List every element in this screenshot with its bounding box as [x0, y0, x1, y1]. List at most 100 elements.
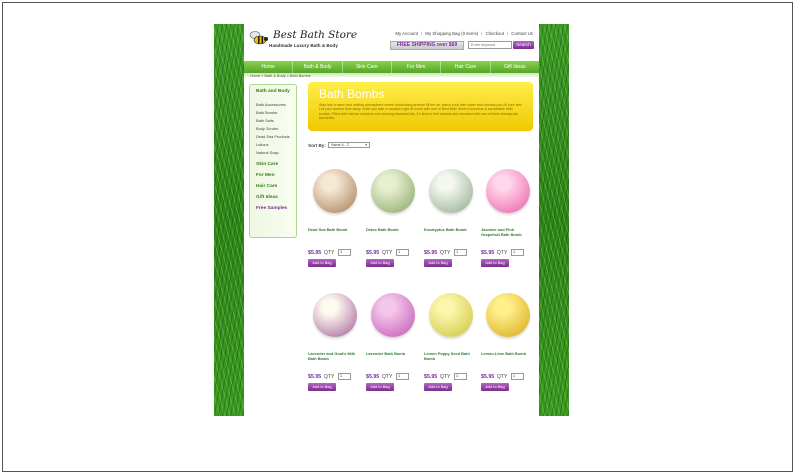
nav-gift-ideas[interactable]: Gift Ideas — [491, 61, 539, 73]
search-button[interactable]: Search — [513, 41, 534, 49]
sidebar-item-dead-sea-products[interactable]: Dead Sea Products — [256, 134, 290, 139]
store-page: Best Bath Store Handmade Luxury Bath & B… — [244, 24, 539, 416]
grass-border-right — [539, 24, 569, 416]
qty-input[interactable]: 1 — [338, 373, 351, 380]
product-card: Lavender and Goat's Milk Bath Bomb $5.95 Q… — [308, 293, 360, 391]
qty-input[interactable]: 1 — [511, 373, 524, 380]
product-price: $5.95 — [308, 374, 322, 380]
sidebar-item-natural-soap[interactable]: Natural Soap — [256, 150, 279, 155]
sidebar-item-free-samples[interactable]: Free Samples — [256, 206, 287, 211]
sort-select[interactable]: Name A - Z ▾ — [328, 142, 370, 148]
product-name[interactable]: Jasmine and Pink Grapefruit Bath Bomb — [481, 227, 533, 238]
product-name[interactable]: Eucalyptus Bath Bomb — [424, 227, 476, 233]
qty-label: QTY — [440, 374, 451, 380]
add-to-bag-button[interactable]: Add to Bag — [308, 383, 336, 391]
product-price: $5.95 — [481, 374, 495, 380]
product-image[interactable] — [486, 169, 530, 213]
product-image[interactable] — [371, 293, 415, 337]
free-shipping-banner[interactable]: FREE SHIPPING over $69 — [390, 41, 464, 50]
sidebar-heading-bath-and-body[interactable]: Bath and Body — [256, 89, 290, 94]
bee-icon — [249, 31, 268, 45]
product-price: $5.95 — [308, 250, 322, 256]
add-to-bag-button[interactable]: Add to Bag — [366, 259, 394, 267]
product-card: Detox Bath Bomb $5.95 QTY 1 Add to Bag — [366, 169, 418, 267]
qty-label: QTY — [497, 250, 508, 256]
category-description: Step into a warm and inviting atmosphere… — [319, 103, 523, 121]
sidebar-item-bath-salts[interactable]: Bath Salts — [256, 118, 274, 123]
product-price: $5.95 — [424, 374, 438, 380]
sort-select-value: Name A - Z — [331, 143, 349, 147]
nav-skin-care[interactable]: Skin Care — [343, 61, 392, 73]
product-price: $5.95 — [366, 374, 380, 380]
sidebar-item-bath-bombs[interactable]: Bath Bombs — [256, 110, 277, 115]
product-image[interactable] — [429, 293, 473, 337]
sidebar-item-lotions[interactable]: Lotions — [256, 142, 269, 147]
product-image[interactable] — [429, 169, 473, 213]
sidebar-item-bath-accessories[interactable]: Bath Accessories — [256, 102, 286, 107]
qty-input[interactable]: 1 — [511, 249, 524, 256]
checkout-link[interactable]: Checkout — [485, 31, 504, 36]
grass-border-left — [214, 24, 244, 416]
sidebar-item-for-men[interactable]: For Men — [256, 173, 275, 178]
product-name[interactable]: Lavender Bath Bomb — [366, 351, 418, 357]
qty-input[interactable]: 1 — [396, 373, 409, 380]
product-card: Eucalyptus Bath Bomb $5.95 QTY 1 Add to Bag — [424, 169, 476, 267]
nav-hair-care[interactable]: Hair Care — [441, 61, 491, 73]
store-tagline: Handmade Luxury Bath & Body — [269, 43, 338, 48]
product-image[interactable] — [371, 169, 415, 213]
nav-home[interactable]: Home — [244, 61, 294, 73]
qty-label: QTY — [382, 374, 393, 380]
product-price: $5.95 — [481, 250, 495, 256]
my-account-link[interactable]: My Account — [395, 31, 418, 36]
product-image[interactable] — [486, 293, 530, 337]
product-image[interactable] — [313, 169, 357, 213]
product-name[interactable]: Lavender and Goat's Milk Bath Bomb — [308, 351, 360, 362]
main-nav: Home Bath & Body Skin Care For Men Hair … — [244, 61, 539, 73]
qty-label: QTY — [440, 250, 451, 256]
shopping-bag-link[interactable]: My Shopping Bag (0 items) — [425, 31, 478, 36]
category-title: Bath Bombs — [319, 87, 385, 101]
nav-for-men[interactable]: For Men — [392, 61, 442, 73]
category-sidebar: Bath and Body Bath Accessories Bath Bomb… — [249, 84, 297, 238]
product-name[interactable]: Lemon Poppy Seed Bath Bomb — [424, 351, 476, 362]
sidebar-item-body-scrubs[interactable]: Body Scrubs — [256, 126, 278, 131]
qty-input[interactable]: 1 — [454, 249, 467, 256]
nav-bath-body[interactable]: Bath & Body — [293, 61, 343, 73]
product-image[interactable] — [313, 293, 357, 337]
sidebar-item-gift-ideas[interactable]: Gift Ideas — [256, 195, 278, 200]
top-links: My Account / My Shopping Bag (0 items) / Che… — [395, 31, 533, 36]
add-to-bag-button[interactable]: Add to Bag — [481, 383, 509, 391]
product-name[interactable]: Detox Bath Bomb — [366, 227, 418, 233]
qty-label: QTY — [382, 250, 393, 256]
add-to-bag-button[interactable]: Add to Bag — [481, 259, 509, 267]
contact-us-link[interactable]: Contact Us — [511, 31, 533, 36]
search-input[interactable] — [468, 41, 512, 49]
product-card: Dead Sea Bath Bomb $5.95 QTY 1 Add to Bag — [308, 169, 360, 267]
qty-input[interactable]: 1 — [454, 373, 467, 380]
chevron-down-icon: ▾ — [365, 143, 367, 147]
product-name[interactable]: Lemon-Lime Bath Bomb — [481, 351, 533, 357]
qty-label: QTY — [324, 374, 335, 380]
product-card: Lavender Bath Bomb $5.95 QTY 1 Add to Bag — [366, 293, 418, 391]
add-to-bag-button[interactable]: Add to Bag — [424, 259, 452, 267]
store-logo[interactable]: Best Bath Store Handmade Luxury Bath & B… — [249, 29, 357, 53]
qty-label: QTY — [497, 374, 508, 380]
product-price: $5.95 — [424, 250, 438, 256]
product-card: Lemon Poppy Seed Bath Bomb $5.95 QTY 1 Add t… — [424, 293, 476, 391]
sort-label: Sort By: — [308, 143, 326, 148]
qty-input[interactable]: 1 — [396, 249, 409, 256]
qty-label: QTY — [324, 250, 335, 256]
product-name[interactable]: Dead Sea Bath Bomb — [308, 227, 360, 233]
sidebar-item-hair-care[interactable]: Hair Care — [256, 184, 277, 189]
sidebar-item-skin-care[interactable]: Skin Care — [256, 162, 278, 167]
add-to-bag-button[interactable]: Add to Bag — [424, 383, 452, 391]
breadcrumb[interactable]: Home > Bath & Body > Bath Bombs — [250, 74, 311, 78]
category-banner: Bath Bombs Step into a warm and inviting… — [308, 82, 533, 131]
product-card: Lemon-Lime Bath Bomb $5.95 QTY 1 Add to Bag — [481, 293, 533, 391]
store-name: Best Bath Store — [273, 29, 358, 41]
product-price: $5.95 — [366, 250, 380, 256]
qty-input[interactable]: 1 — [338, 249, 351, 256]
add-to-bag-button[interactable]: Add to Bag — [366, 383, 394, 391]
add-to-bag-button[interactable]: Add to Bag — [308, 259, 336, 267]
product-card: Jasmine and Pink Grapefruit Bath Bomb $5.… — [481, 169, 533, 267]
